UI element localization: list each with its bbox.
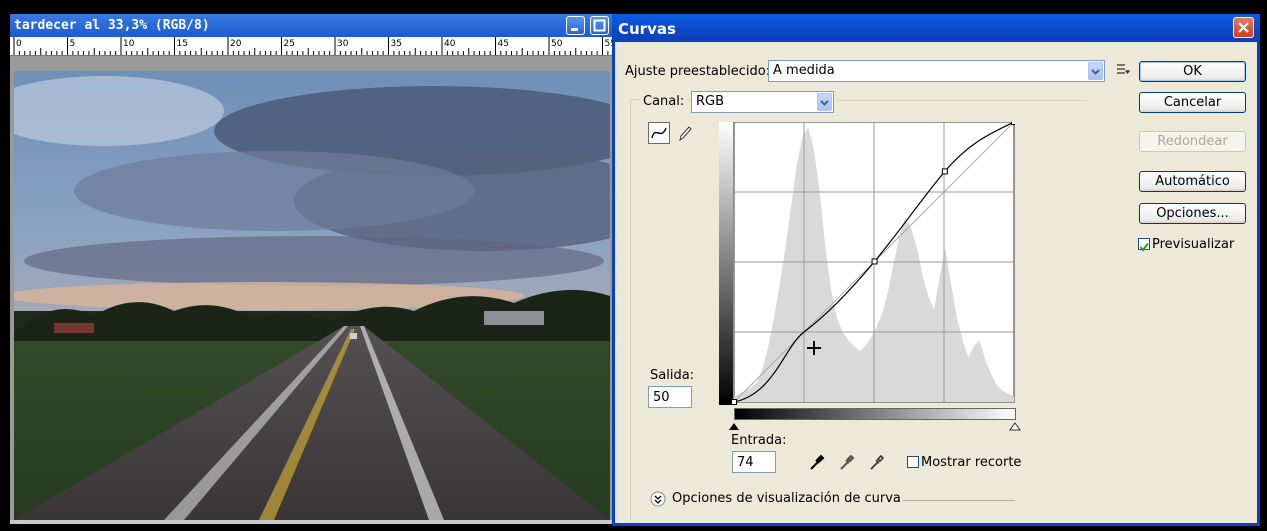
white-point-slider[interactable] [1009, 419, 1021, 437]
cancel-button[interactable]: Cancelar [1139, 92, 1246, 113]
options-button[interactable]: Opciones... [1139, 203, 1246, 224]
ruler-tick-label: 40 [444, 39, 456, 49]
channel-select[interactable]: RGB [691, 91, 834, 113]
document-title: tardecer al 33,3% (RGB/8) [14, 18, 210, 33]
input-field[interactable]: 74 [732, 451, 776, 473]
auto-button[interactable]: Automático [1139, 171, 1246, 192]
pencil-icon[interactable] [677, 124, 693, 147]
ruler-tick-label: 45 [498, 39, 509, 49]
curve-icon [651, 127, 667, 139]
ruler-tick-label: 50 [551, 39, 563, 49]
curves-dialog: Curvas Ajuste preestablecido: A medida C… [612, 14, 1260, 526]
show-clipping-checkbox[interactable] [907, 456, 919, 468]
document-titlebar[interactable]: tardecer al 33,3% (RGB/8) [10, 14, 614, 37]
ruler-tick-label: 10 [123, 39, 135, 49]
preview-checkbox[interactable] [1138, 238, 1150, 252]
gray-eyedropper-icon[interactable] [838, 453, 856, 476]
ruler-tick-label: 5 [70, 39, 76, 49]
show-clipping-label: Mostrar recorte [921, 455, 1022, 470]
ruler-tick-label: 30 [337, 39, 349, 49]
white-eyedropper-icon[interactable] [868, 453, 886, 476]
output-label: Salida: [650, 368, 695, 383]
ruler-tick-label: 15 [177, 39, 188, 49]
output-field[interactable]: 50 [648, 386, 692, 408]
input-label: Entrada: [731, 433, 787, 448]
document-window: tardecer al 33,3% (RGB/8) 0 5 10 15 20 25 30 35… [10, 14, 614, 524]
preset-menu-icon[interactable] [1115, 61, 1131, 82]
chevron-down-icon [817, 93, 832, 111]
curve-display-options-label[interactable]: Opciones de visualización de curva [672, 491, 901, 506]
options-divider [903, 500, 1015, 501]
curve-tool-button[interactable] [648, 122, 670, 144]
curve-control-point [1011, 122, 1015, 125]
ruler-tick-label: 35 [391, 39, 402, 49]
channel-value: RGB [696, 94, 725, 109]
ok-button[interactable]: OK [1139, 61, 1246, 82]
ruler-tick-label: 20 [230, 39, 242, 49]
preset-select[interactable]: A medida [768, 60, 1105, 82]
maximize-button[interactable] [590, 16, 609, 35]
group-border-left [630, 100, 631, 520]
expand-options-icon[interactable] [650, 491, 666, 512]
curve-control-point [871, 258, 878, 265]
curve-graph[interactable] [715, 122, 1015, 422]
document-image [14, 71, 610, 520]
curve-control-point [941, 168, 948, 175]
smooth-button[interactable]: Redondear [1139, 131, 1246, 152]
ruler-tick-label: 0 [16, 39, 22, 49]
curve-control-point [731, 399, 737, 405]
dialog-title: Curvas [618, 20, 676, 38]
input-gradient-bar [734, 408, 1016, 420]
channel-group-border-right [837, 100, 1087, 101]
preset-label: Ajuste preestablecido: [625, 64, 771, 79]
dialog-titlebar[interactable]: Curvas [612, 14, 1260, 42]
preview-label: Previsualizar [1152, 237, 1235, 252]
close-button[interactable] [1233, 17, 1254, 38]
black-eyedropper-icon[interactable] [808, 453, 826, 476]
ruler-tick-label: 25 [284, 39, 295, 49]
preset-value: A medida [773, 63, 835, 78]
checkmark-icon [1139, 242, 1149, 252]
channel-label: Canal: [640, 94, 688, 109]
minimize-button[interactable] [566, 16, 585, 35]
chevron-down-icon [1088, 62, 1103, 80]
document-statusbar [10, 520, 614, 524]
horizontal-ruler: 0510152025303540455055 [10, 37, 614, 56]
